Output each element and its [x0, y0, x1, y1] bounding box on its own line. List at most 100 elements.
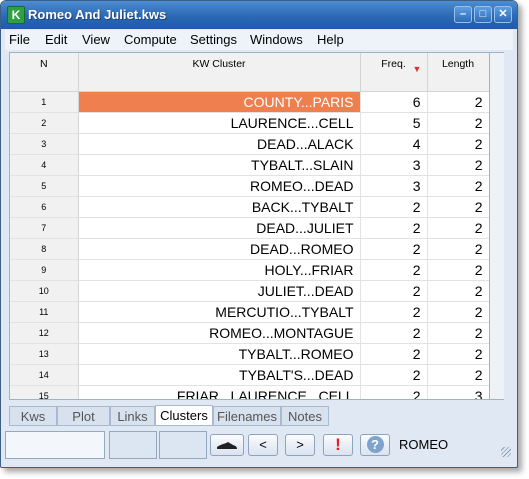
cluster-cell[interactable]: HOLY...FRIAR	[78, 259, 361, 281]
cluster-cell[interactable]: MERCUTIO...TYBALT	[78, 301, 361, 323]
tab-kws[interactable]: Kws	[9, 406, 57, 426]
freq-cell[interactable]: 5	[360, 112, 428, 134]
freq-cell[interactable]: 2	[360, 322, 428, 344]
freq-cell[interactable]: 2	[360, 343, 428, 365]
column-header-length[interactable]: Length	[427, 53, 489, 92]
table-row[interactable]: 13 TYBALT...ROMEO 2 2	[10, 343, 489, 365]
row-number[interactable]: 1	[10, 91, 79, 113]
cluster-cell[interactable]: DEAD...ROMEO	[78, 238, 361, 260]
warning-button[interactable]: !	[323, 434, 353, 456]
row-number[interactable]: 14	[10, 364, 79, 386]
row-number[interactable]: 4	[10, 154, 79, 176]
length-cell[interactable]: 2	[427, 217, 489, 239]
row-number[interactable]: 12	[10, 322, 79, 344]
length-cell[interactable]: 2	[427, 175, 489, 197]
table-row[interactable]: 1 COUNTY...PARIS 6 2	[10, 91, 489, 113]
row-number[interactable]: 5	[10, 175, 79, 197]
row-number[interactable]: 3	[10, 133, 79, 155]
length-cell[interactable]: 2	[427, 154, 489, 176]
menu-settings[interactable]: Settings	[190, 32, 237, 47]
freq-cell[interactable]: 2	[360, 238, 428, 260]
length-cell[interactable]: 2	[427, 112, 489, 134]
cluster-cell[interactable]: BACK...TYBALT	[78, 196, 361, 218]
length-cell[interactable]: 2	[427, 301, 489, 323]
menu-compute[interactable]: Compute	[124, 32, 177, 47]
length-cell[interactable]: 2	[427, 196, 489, 218]
close-button[interactable]: ✕	[494, 6, 512, 23]
freq-cell[interactable]: 2	[360, 280, 428, 302]
cluster-cell[interactable]: COUNTY...PARIS	[78, 91, 361, 113]
menu-file[interactable]: File	[9, 32, 30, 47]
menu-edit[interactable]: Edit	[45, 32, 67, 47]
length-cell[interactable]: 2	[427, 280, 489, 302]
cluster-cell[interactable]: LAURENCE...CELL	[78, 112, 361, 134]
row-number[interactable]: 6	[10, 196, 79, 218]
freq-cell[interactable]: 2	[360, 217, 428, 239]
cluster-cell[interactable]: ROMEO...DEAD	[78, 175, 361, 197]
table-row[interactable]: 9 HOLY...FRIAR 2 2	[10, 259, 489, 281]
row-number[interactable]: 8	[10, 238, 79, 260]
table-row[interactable]: 8 DEAD...ROMEO 2 2	[10, 238, 489, 260]
minimize-button[interactable]: –	[454, 6, 472, 23]
cluster-grid[interactable]: N KW Cluster Freq. ▼ Length 1 COUNTY...PA…	[9, 52, 490, 400]
table-row[interactable]: 15 FRIAR...LAURENCE...CELL 2 3	[10, 385, 489, 399]
length-cell[interactable]: 2	[427, 259, 489, 281]
freq-cell[interactable]: 3	[360, 175, 428, 197]
cluster-cell[interactable]: TYBALT...ROMEO	[78, 343, 361, 365]
length-cell[interactable]: 2	[427, 91, 489, 113]
length-cell[interactable]: 3	[427, 385, 489, 399]
table-row[interactable]: 14 TYBALT'S...DEAD 2 2	[10, 364, 489, 386]
shoe-button[interactable]	[210, 434, 244, 456]
cluster-cell[interactable]: JULIET...DEAD	[78, 280, 361, 302]
table-row[interactable]: 12 ROMEO...MONTAGUE 2 2	[10, 322, 489, 344]
row-number[interactable]: 11	[10, 301, 79, 323]
length-cell[interactable]: 2	[427, 322, 489, 344]
freq-cell[interactable]: 2	[360, 196, 428, 218]
help-button[interactable]: ?	[360, 434, 390, 456]
menu-windows[interactable]: Windows	[250, 32, 303, 47]
menu-view[interactable]: View	[82, 32, 110, 47]
table-row[interactable]: 11 MERCUTIO...TYBALT 2 2	[10, 301, 489, 323]
previous-button[interactable]: <	[248, 434, 278, 456]
title-bar[interactable]: K Romeo And Juliet.kws – □ ✕	[1, 1, 517, 29]
freq-cell[interactable]: 2	[360, 259, 428, 281]
cluster-cell[interactable]: ROMEO...MONTAGUE	[78, 322, 361, 344]
menu-help[interactable]: Help	[317, 32, 344, 47]
tab-plot[interactable]: Plot	[57, 406, 110, 426]
tab-notes[interactable]: Notes	[281, 406, 329, 426]
row-number[interactable]: 13	[10, 343, 79, 365]
length-cell[interactable]: 2	[427, 343, 489, 365]
cluster-cell[interactable]: DEAD...JULIET	[78, 217, 361, 239]
length-cell[interactable]: 2	[427, 238, 489, 260]
freq-cell[interactable]: 2	[360, 385, 428, 399]
next-button[interactable]: >	[285, 434, 315, 456]
row-number[interactable]: 15	[10, 385, 79, 399]
column-header-n[interactable]: N	[10, 53, 79, 92]
row-number[interactable]: 10	[10, 280, 79, 302]
freq-cell[interactable]: 6	[360, 91, 428, 113]
row-number[interactable]: 2	[10, 112, 79, 134]
table-row[interactable]: 7 DEAD...JULIET 2 2	[10, 217, 489, 239]
cluster-cell[interactable]: TYBALT'S...DEAD	[78, 364, 361, 386]
column-header-cluster[interactable]: KW Cluster	[78, 53, 361, 92]
length-cell[interactable]: 2	[427, 133, 489, 155]
cluster-cell[interactable]: DEAD...ALACK	[78, 133, 361, 155]
table-row[interactable]: 3 DEAD...ALACK 4 2	[10, 133, 489, 155]
freq-cell[interactable]: 4	[360, 133, 428, 155]
tab-clusters[interactable]: Clusters	[155, 405, 213, 426]
table-row[interactable]: 5 ROMEO...DEAD 3 2	[10, 175, 489, 197]
maximize-button[interactable]: □	[474, 6, 492, 23]
tab-filenames[interactable]: Filenames	[213, 406, 281, 426]
table-row[interactable]: 2 LAURENCE...CELL 5 2	[10, 112, 489, 134]
column-header-freq[interactable]: Freq. ▼	[360, 53, 428, 92]
length-cell[interactable]: 2	[427, 364, 489, 386]
freq-cell[interactable]: 2	[360, 301, 428, 323]
cluster-cell[interactable]: TYBALT...SLAIN	[78, 154, 361, 176]
row-number[interactable]: 7	[10, 217, 79, 239]
cluster-cell[interactable]: FRIAR...LAURENCE...CELL	[78, 385, 361, 399]
row-number[interactable]: 9	[10, 259, 79, 281]
vertical-scrollbar[interactable]	[490, 52, 504, 400]
freq-cell[interactable]: 2	[360, 364, 428, 386]
table-row[interactable]: 4 TYBALT...SLAIN 3 2	[10, 154, 489, 176]
tab-links[interactable]: Links	[110, 406, 155, 426]
